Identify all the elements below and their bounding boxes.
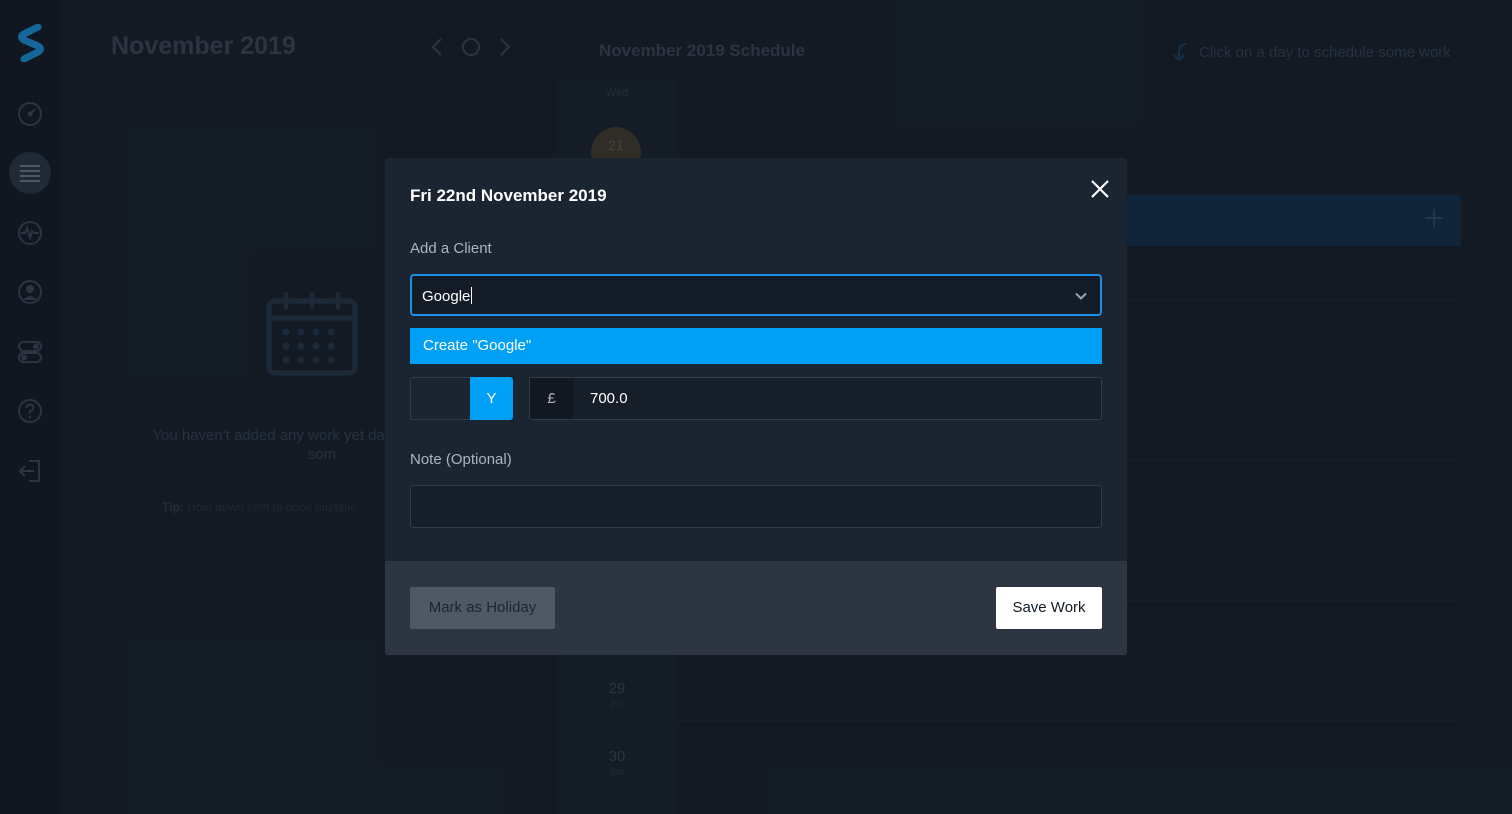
rate-input-group[interactable]: £ 700.0 — [529, 377, 1102, 420]
note-input[interactable] — [410, 485, 1102, 528]
mark-as-holiday-button[interactable]: Mark as Holiday — [410, 587, 555, 629]
note-label: Note (Optional) — [410, 451, 512, 468]
save-work-button[interactable]: Save Work — [996, 587, 1102, 629]
close-icon — [1091, 180, 1109, 198]
close-button[interactable] — [1085, 174, 1115, 204]
rate-input[interactable]: 700.0 — [590, 390, 628, 407]
modal-title: Fri 22nd November 2019 — [410, 186, 607, 205]
chevron-down-icon[interactable] — [1074, 289, 1088, 303]
client-label: Add a Client — [410, 240, 492, 257]
modal-footer: Mark as Holiday Save Work — [385, 561, 1127, 655]
rate-period-option-selected[interactable]: Y — [470, 377, 513, 420]
client-input-text: Google — [422, 288, 471, 305]
client-select[interactable]: Google — [410, 274, 1102, 316]
client-input-value[interactable]: Google — [422, 287, 473, 305]
create-client-option[interactable]: Create "Google" — [410, 328, 1102, 364]
rate-period-option[interactable] — [411, 378, 470, 419]
text-cursor — [471, 287, 473, 304]
create-client-option-label: Create "Google" — [423, 337, 532, 354]
currency-symbol: £ — [530, 378, 573, 419]
rate-period-toggle[interactable]: Y — [410, 377, 513, 420]
schedule-work-modal: Fri 22nd November 2019 Add a Client Goog… — [385, 158, 1127, 655]
